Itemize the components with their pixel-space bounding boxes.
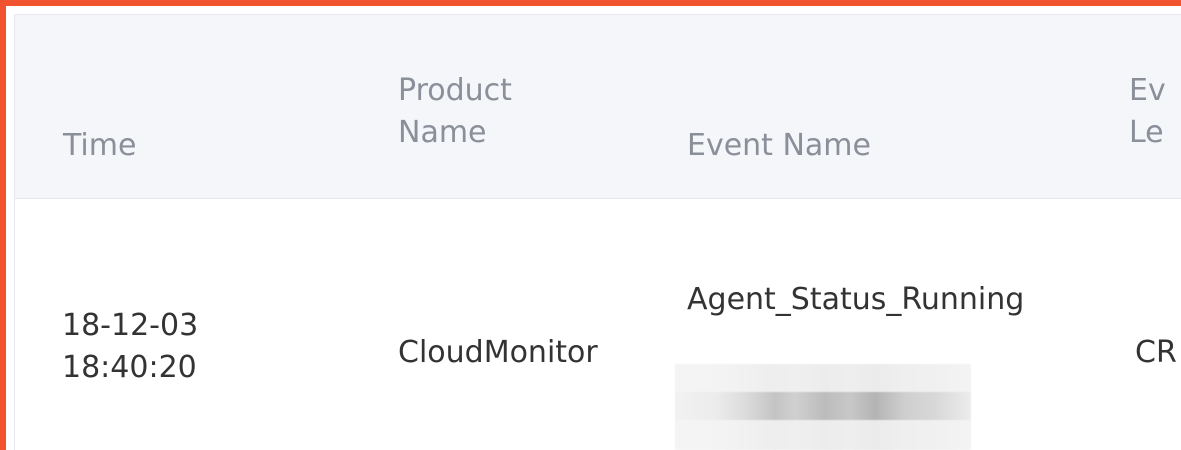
- cell-event-level: CR: [1135, 335, 1177, 370]
- table-header-row: Time Product Name Event Name Ev Le: [15, 15, 1181, 199]
- redacted-resource-id: [675, 364, 971, 450]
- event-table: Time Product Name Event Name Ev Le 18-12…: [14, 14, 1181, 450]
- cell-event-name[interactable]: Agent_Status_Running: [687, 279, 1024, 321]
- cell-product-name: CloudMonitor: [398, 335, 598, 370]
- cell-time: 18-12-03 18:40:20: [62, 308, 199, 385]
- column-header-event-name[interactable]: Event Name: [687, 125, 871, 167]
- column-header-time[interactable]: Time: [63, 125, 136, 167]
- column-header-event-level[interactable]: Ev Le: [1129, 70, 1166, 154]
- column-header-product-name[interactable]: Product Name: [398, 70, 512, 154]
- highlight-frame: Time Product Name Event Name Ev Le 18-12…: [0, 0, 1181, 450]
